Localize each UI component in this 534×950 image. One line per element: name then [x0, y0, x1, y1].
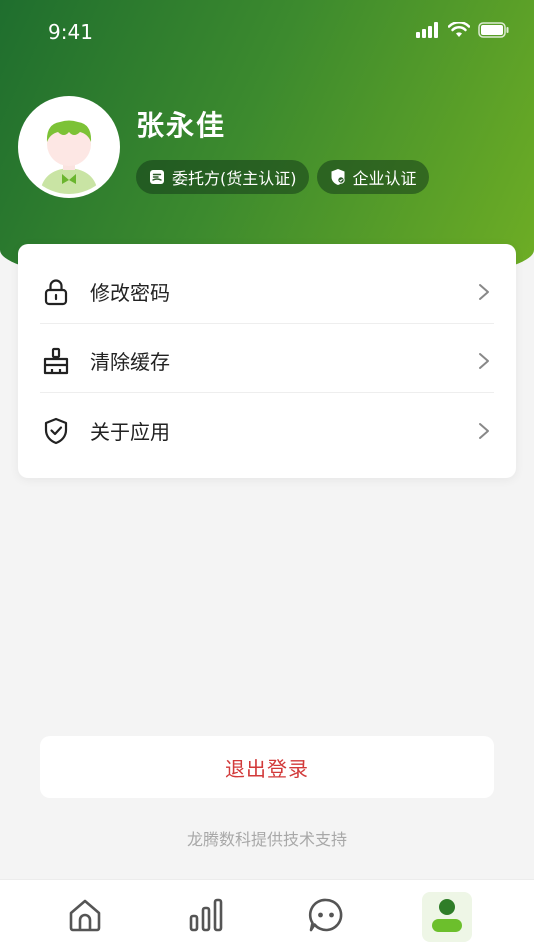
menu-item-change-password[interactable]: 修改密码	[40, 257, 494, 326]
chevron-right-icon	[474, 351, 494, 371]
lock-icon	[40, 276, 72, 308]
tab-stats[interactable]	[181, 892, 231, 942]
chat-icon	[307, 896, 345, 938]
divider	[40, 392, 494, 393]
consignor-badge-label: 委托方(货主认证)	[172, 169, 297, 188]
menu-item-clear-cache[interactable]: 清除缓存	[40, 326, 494, 395]
status-icons	[416, 21, 510, 42]
battery-icon	[478, 22, 510, 42]
shield-check-icon	[329, 168, 347, 186]
consignor-badge: 委托方(货主认证)	[136, 160, 309, 194]
enterprise-badge-label: 企业认证	[352, 169, 417, 188]
menu-item-about-app[interactable]: 关于应用	[40, 396, 494, 465]
status-time: 9:41	[48, 20, 93, 44]
settings-menu: 修改密码 清除缓存 关于应用	[18, 244, 516, 478]
menu-item-label: 关于应用	[90, 420, 170, 444]
profile-info: 张永佳 委托方(货主认证) 企业认证	[18, 96, 518, 206]
enterprise-badge: 企业认证	[316, 160, 429, 194]
wifi-icon	[447, 21, 471, 42]
bottom-tab-bar	[0, 879, 534, 950]
menu-item-label: 清除缓存	[90, 350, 170, 374]
tab-profile[interactable]	[422, 892, 472, 942]
chevron-right-icon	[474, 421, 494, 441]
bar-chart-icon	[187, 896, 225, 938]
logout-button[interactable]: 退出登录	[40, 736, 494, 798]
document-icon	[148, 168, 166, 186]
badge-list: 委托方(货主认证) 企业认证	[136, 160, 429, 194]
avatar[interactable]	[18, 96, 120, 198]
tab-home[interactable]	[60, 892, 110, 942]
divider	[40, 323, 494, 324]
user-name: 张永佳	[136, 109, 227, 142]
user-icon	[428, 896, 466, 938]
tab-messages[interactable]	[301, 892, 351, 942]
menu-item-label: 修改密码	[90, 281, 170, 305]
chevron-right-icon	[474, 282, 494, 302]
broom-icon	[40, 345, 72, 377]
shield-icon	[40, 415, 72, 447]
signal-icon	[416, 22, 440, 42]
status-bar: 9:41	[0, 0, 534, 64]
avatar-illustration	[22, 100, 116, 194]
home-icon	[66, 896, 104, 938]
support-footer-text: 龙腾数科提供技术支持	[186, 830, 347, 849]
